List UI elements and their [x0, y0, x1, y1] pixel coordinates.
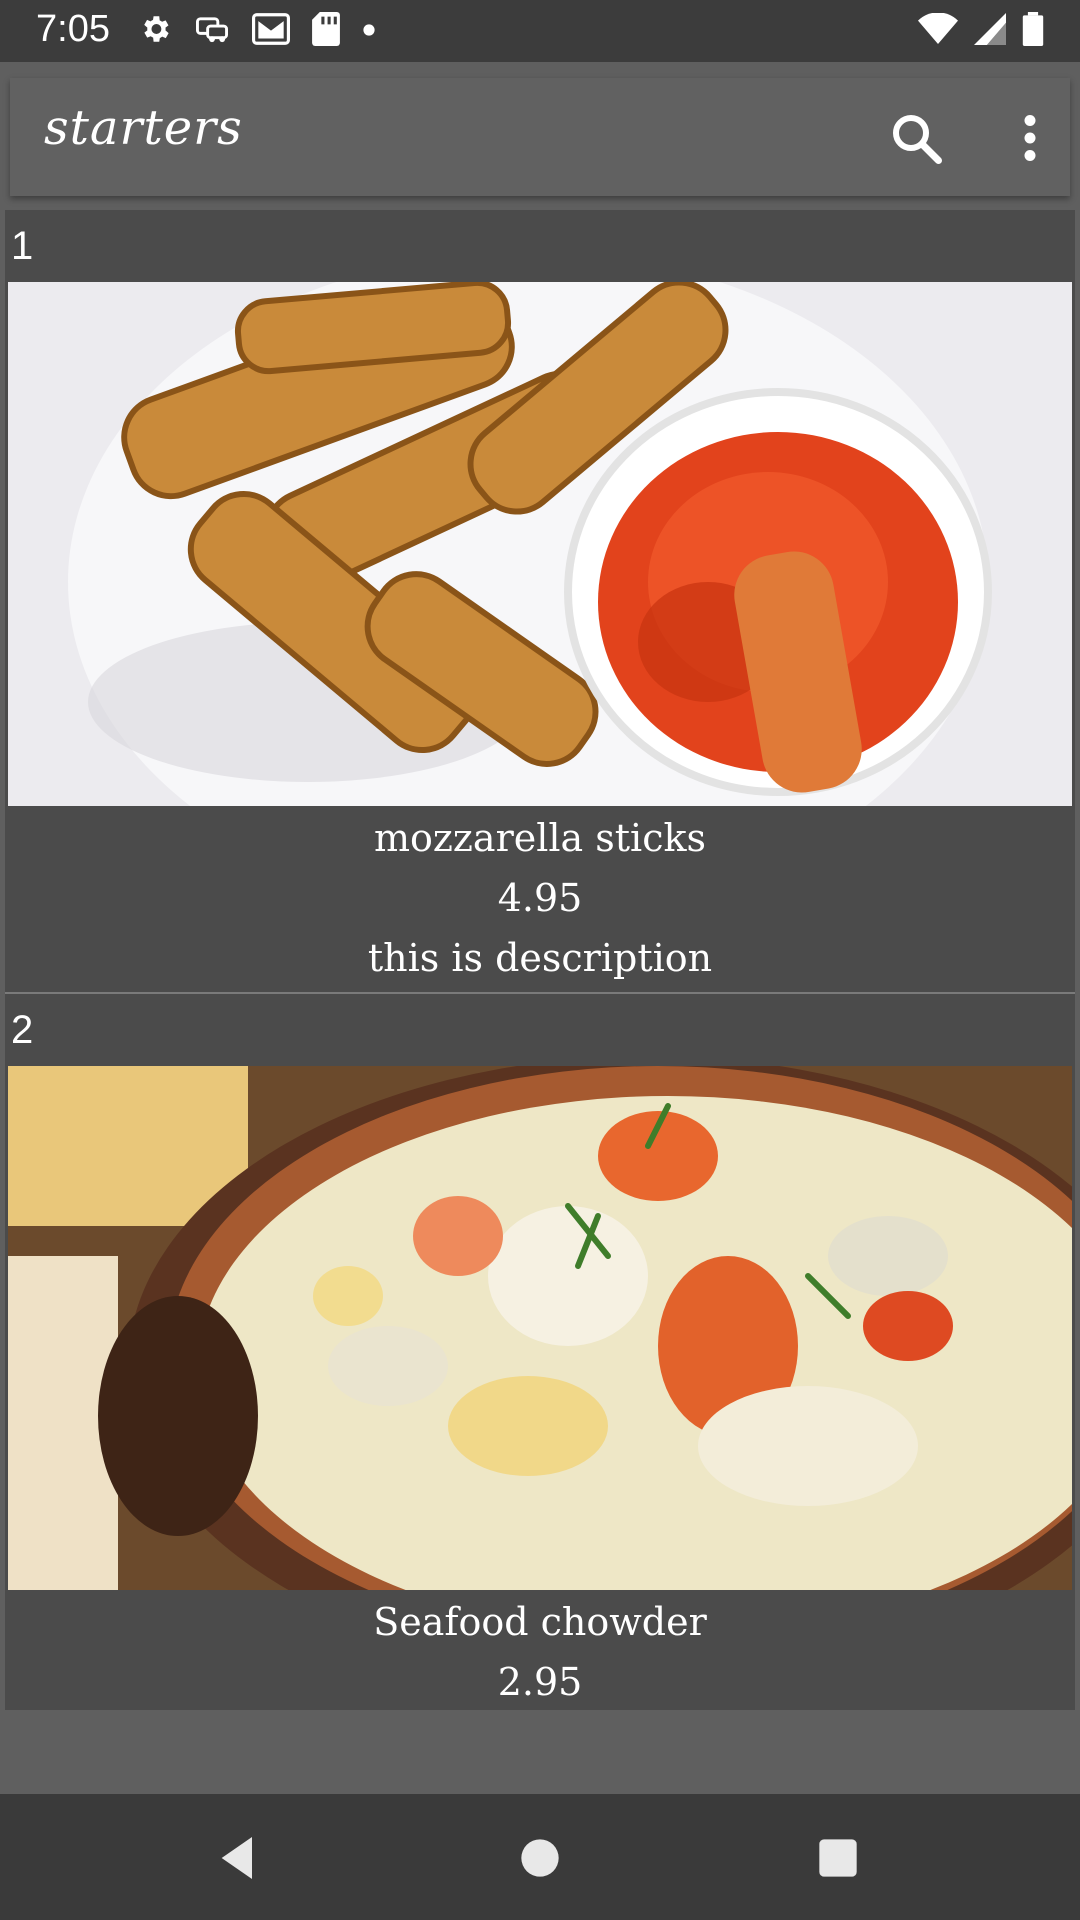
system-nav-bar [0, 1794, 1080, 1920]
food-photo-seafood-chowder [8, 1066, 1072, 1590]
home-button[interactable] [512, 1830, 568, 1886]
sd-card-icon [312, 12, 340, 50]
gmail-icon [252, 13, 290, 49]
settings-icon [138, 12, 172, 50]
item-price: 2.95 [497, 1660, 583, 1704]
page-title: starters [44, 100, 243, 156]
list-item[interactable]: 2 Seafood chowder 2.95 [5, 994, 1075, 1716]
status-time: 7:05 [36, 8, 110, 50]
item-name: mozzarella sticks [373, 816, 707, 860]
overflow-menu-button[interactable] [1000, 108, 1060, 168]
recents-icon [819, 1839, 857, 1877]
more-vert-icon [1024, 115, 1036, 161]
wifi-icon [918, 12, 958, 49]
item-name: Seafood chowder [373, 1600, 707, 1644]
food-photo-mozzarella-sticks [8, 282, 1072, 806]
home-icon [521, 1839, 559, 1877]
status-bar: 7:05 [0, 0, 1080, 62]
signal-icon [974, 13, 1006, 49]
list-item[interactable]: 1 mozzarella sticks 4.95 this is descrip… [5, 210, 1075, 994]
recents-button[interactable] [810, 1830, 866, 1886]
back-icon [221, 1837, 252, 1879]
item-number: 2 [11, 1008, 34, 1052]
dot-icon [362, 22, 376, 41]
item-description: this is description [367, 936, 713, 980]
search-icon [893, 115, 942, 164]
battery-icon [1022, 12, 1044, 50]
search-button[interactable] [886, 108, 946, 168]
app-toolbar: starters [10, 78, 1070, 196]
item-price: 4.95 [497, 876, 583, 920]
back-button[interactable] [210, 1830, 266, 1886]
car-icon [194, 13, 230, 49]
item-number: 1 [11, 224, 34, 268]
menu-list: 1 mozzarella sticks 4.95 this is descrip… [5, 210, 1075, 1716]
list-background [0, 1710, 1080, 1794]
